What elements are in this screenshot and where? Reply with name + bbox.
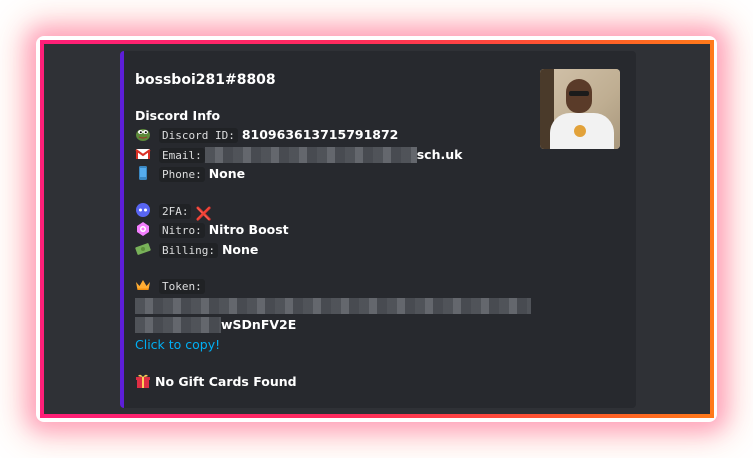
crown-icon [135, 277, 151, 293]
discord-embed: bossboi281#8808 Discord Info Discord ID:… [120, 51, 636, 408]
email-suffix: sch.uk [416, 146, 463, 162]
section-title: Discord Info [135, 108, 221, 123]
embed-thumbnail[interactable] [540, 69, 620, 149]
copy-link[interactable]: Click to copy! [135, 335, 535, 355]
email-row: Email: sch.uk [135, 145, 535, 165]
billing-value: None [221, 241, 259, 257]
discord-id-label: Discord ID: [158, 128, 238, 143]
token-redaction-1 [135, 297, 531, 314]
token-suffix: wSDnFV2E [221, 317, 297, 332]
window-frame: bossboi281#8808 Discord Info Discord ID:… [40, 40, 714, 418]
nitro-row: Nitro: Nitro Boost [135, 220, 535, 240]
nitro-icon [135, 221, 151, 237]
embed-accent-bar [120, 51, 124, 408]
twofa-row: 2FA: ❌ [135, 201, 535, 222]
token-redaction-2 [135, 317, 221, 333]
discord-id-value: 810963613715791872 [241, 127, 399, 142]
phone-row: Phone: None [135, 164, 535, 184]
gift-row: No Gift Cards Found [135, 372, 535, 392]
bot-icon [135, 202, 151, 218]
token-redaction-line-1 [135, 296, 535, 316]
nitro-value: Nitro Boost [208, 222, 289, 237]
phone-icon [135, 165, 151, 181]
gift-text: No Gift Cards Found [155, 373, 297, 389]
gift-icon [135, 373, 151, 389]
email-redaction [204, 146, 417, 163]
nitro-label: Nitro: [158, 223, 205, 238]
billing-row: Billing: None [135, 240, 535, 260]
phone-label: Phone: [158, 167, 205, 182]
pepe-icon [135, 126, 151, 142]
gmail-icon [135, 146, 151, 162]
money-icon [135, 241, 151, 257]
embed-content: bossboi281#8808 Discord Info Discord ID:… [135, 70, 535, 391]
token-label: Token: [158, 279, 205, 294]
phone-value: None [208, 166, 246, 181]
embed-author: bossboi281#8808 [135, 72, 276, 88]
twofa-label: 2FA: [158, 203, 192, 219]
discord-id-row: Discord ID: 810963613715791872 [135, 125, 535, 145]
token-row: Token: [135, 276, 535, 296]
token-line-2: wSDnFV2E [135, 315, 535, 335]
email-label: Email: [158, 147, 205, 163]
billing-label: Billing: [158, 242, 218, 258]
